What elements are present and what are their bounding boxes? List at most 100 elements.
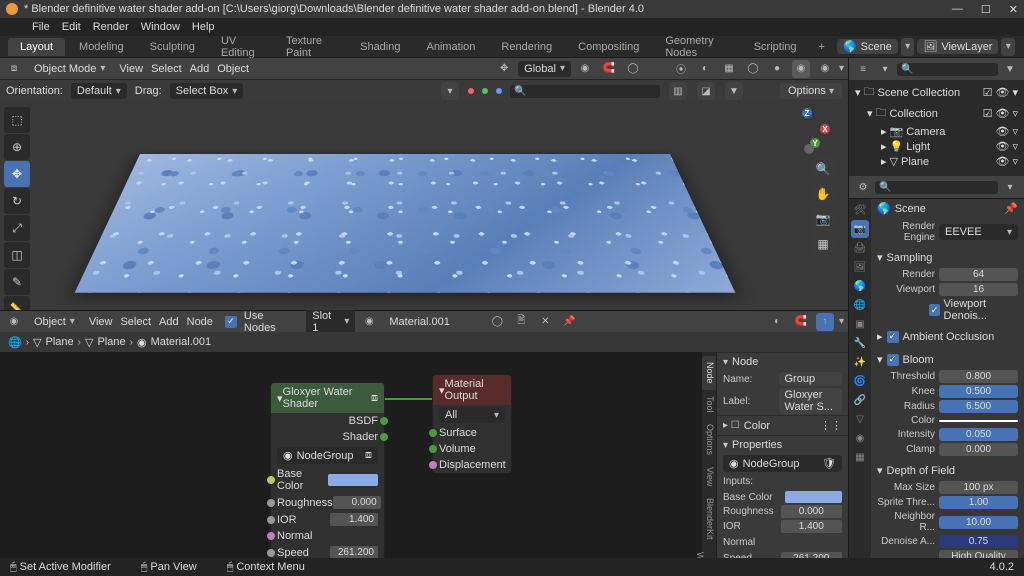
bloomrows-2[interactable]: Radius6.500 <box>877 399 1018 414</box>
navigation-gizmo[interactable]: Z X Y <box>786 108 830 152</box>
close-button[interactable]: ✕ <box>1009 3 1018 16</box>
np-name-field[interactable]: Group <box>779 372 843 386</box>
pt-output[interactable]: 🖨 <box>851 239 869 257</box>
shading-solid-icon[interactable]: ● <box>768 60 786 78</box>
menu-render[interactable]: Render <box>93 21 129 33</box>
dofrows-2[interactable]: Neighbor R...10.00 <box>877 510 1018 534</box>
nav-pan-icon[interactable]: ✋ <box>812 183 834 205</box>
ntab-view[interactable]: View <box>702 461 716 492</box>
options-button[interactable]: Options ▾ <box>780 83 842 99</box>
node1-row-2[interactable]: IOR1.400 <box>271 511 384 528</box>
pivot-icon[interactable]: ◉ <box>576 60 594 78</box>
pt-physics[interactable]: 🌀 <box>851 372 869 390</box>
bloom-header[interactable]: ▾ ✓ Bloom <box>877 350 1018 369</box>
node1-row-1[interactable]: Roughness0.000 <box>271 494 384 511</box>
orientation-field[interactable]: Default ▾ <box>71 83 127 99</box>
scene-selector[interactable]: 🌎Scene <box>837 39 898 54</box>
filter-green-icon[interactable] <box>482 88 488 94</box>
pt-scene[interactable]: 🌎 <box>851 277 869 295</box>
tab-uv[interactable]: UV Editing <box>209 32 272 62</box>
node1-row-0[interactable]: Base Color <box>271 466 384 494</box>
material-name-field[interactable]: Material.001 <box>383 315 483 329</box>
pt-data[interactable]: ▽ <box>851 410 869 428</box>
node1-row-3[interactable]: Normal <box>271 528 384 544</box>
gizmo-z-icon[interactable]: Z <box>802 108 812 118</box>
np-node-hdr[interactable]: ▾ Node <box>717 352 848 371</box>
npanel-row-4[interactable]: Speed261.200 <box>717 551 848 558</box>
filter-red-icon[interactable] <box>468 88 474 94</box>
tab-texpaint[interactable]: Texture Paint <box>274 32 346 62</box>
viewport-samples[interactable]: 16 <box>939 283 1018 296</box>
outl-item-camera[interactable]: ▸📷Camera👁▿ <box>853 124 1020 139</box>
ne-menu-add[interactable]: Add <box>159 316 179 328</box>
menu-edit[interactable]: Edit <box>62 21 81 33</box>
bc-material[interactable]: Material.001 <box>151 336 212 348</box>
bloomrows-4[interactable]: Intensity0.050 <box>877 427 1018 442</box>
pt-viewlayer[interactable]: 🖼 <box>851 258 869 276</box>
bloomrows-0[interactable]: Threshold0.800 <box>877 369 1018 384</box>
transform-orientation[interactable]: Global ▾ <box>518 61 571 77</box>
bloomrows-5[interactable]: Clamp0.000 <box>877 442 1018 457</box>
overlay-toggle-icon[interactable]: ◐ <box>696 60 714 78</box>
dofrows-3[interactable]: Denoise A...0.75 <box>877 534 1018 549</box>
np-label-field[interactable]: Gloxyer Water S... <box>779 388 843 414</box>
material-icon[interactable]: ◉ <box>360 313 378 331</box>
outliner-mode-icon[interactable]: ▾ <box>876 60 894 78</box>
snap-icon[interactable]: 🧲 <box>600 60 618 78</box>
sampling-header[interactable]: ▾ Sampling <box>877 248 1018 267</box>
mat-unlink-icon[interactable]: ✕ <box>536 313 554 331</box>
viewlayer-new-button[interactable]: ▾ <box>1001 38 1015 56</box>
menu-file[interactable]: File <box>32 21 50 33</box>
filter-blue-icon[interactable] <box>496 88 502 94</box>
tool-scale[interactable]: ⤢ <box>4 215 30 241</box>
ne-editor-type-icon[interactable]: ◉ <box>5 313 23 331</box>
dofrows-0[interactable]: Max Size100 px <box>877 480 1018 495</box>
tab-gn[interactable]: Geometry Nodes <box>653 32 739 62</box>
node-canvas[interactable]: ▾ Gloxyer Water Shader⧈ BSDF Shader ◉Nod… <box>0 352 848 558</box>
ne-parent-icon[interactable]: ↑ <box>816 313 834 331</box>
bc-plane1[interactable]: Plane <box>46 336 74 348</box>
vp-menu-view[interactable]: View <box>119 63 143 75</box>
shading-wire-icon[interactable]: ◯ <box>744 60 762 78</box>
filter3-icon[interactable]: ▼ <box>725 82 743 100</box>
dofrows-4[interactable]: High Quality S... <box>877 549 1018 558</box>
shading-dropdown[interactable]: ▾ <box>839 63 844 74</box>
gizmo-neg-icon[interactable] <box>804 144 814 154</box>
xray-icon[interactable]: ▦ <box>720 60 738 78</box>
node2-header[interactable]: ▾ Material Output <box>433 375 511 405</box>
ntab-nodewrangler[interactable]: Node Wrangler <box>702 546 716 558</box>
search-field[interactable]: 🔍 <box>510 85 660 98</box>
tab-render[interactable]: Rendering <box>489 38 564 56</box>
node1-group-select[interactable]: ◉NodeGroup⧈ <box>277 447 378 464</box>
outl-collection[interactable]: ▾🗀Collection☑👁▿ <box>853 103 1020 124</box>
pt-object[interactable]: ▣ <box>851 315 869 333</box>
ne-dropdown[interactable]: ▾ <box>839 316 844 327</box>
minimize-button[interactable]: — <box>952 3 963 16</box>
vp-menu-select[interactable]: Select <box>151 63 182 75</box>
outliner-filter-icon[interactable]: ▼ <box>1001 60 1019 78</box>
np-color-hdr[interactable]: ▸ ☐ Color⋮⋮ <box>717 415 848 435</box>
vp-menu-add[interactable]: Add <box>190 63 210 75</box>
ne-menu-select[interactable]: Select <box>120 316 151 328</box>
npanel-row-0[interactable]: Base Color <box>717 490 848 504</box>
tab-sculpting[interactable]: Sculpting <box>138 38 207 56</box>
dofrows-1[interactable]: Sprite Thre...1.00 <box>877 495 1018 510</box>
tab-script[interactable]: Scripting <box>742 38 809 56</box>
tool-transform[interactable]: ◫ <box>4 242 30 268</box>
orientation-icon[interactable]: ✥ <box>495 60 513 78</box>
vis-selectable-icon[interactable]: ▾ <box>441 82 459 100</box>
node1-row-4[interactable]: Speed261.200 <box>271 544 384 558</box>
ne-menu-view[interactable]: View <box>89 316 113 328</box>
ao-header[interactable]: ▸ ✓ Ambient Occlusion <box>877 327 1018 346</box>
bc-world-icon[interactable]: 🌐 <box>8 336 22 349</box>
pt-particle[interactable]: ✨ <box>851 353 869 371</box>
tab-modeling[interactable]: Modeling <box>67 38 136 56</box>
mode-selector[interactable]: Object Mode ▾ <box>28 62 111 76</box>
dof-header[interactable]: ▾ Depth of Field <box>877 461 1018 480</box>
node2-target[interactable]: All▾ <box>439 407 505 423</box>
np-nodegroup-select[interactable]: ◉NodeGroup🛡 <box>723 455 842 472</box>
outl-scenecoll[interactable]: ▾🗀Scene Collection☑👁▾ <box>853 82 1020 103</box>
ntab-blenderkit[interactable]: BlenderKit <box>702 492 716 546</box>
ne-mode[interactable]: Object ▾ <box>28 315 81 329</box>
pt-tool[interactable]: 🛠 <box>851 201 869 219</box>
